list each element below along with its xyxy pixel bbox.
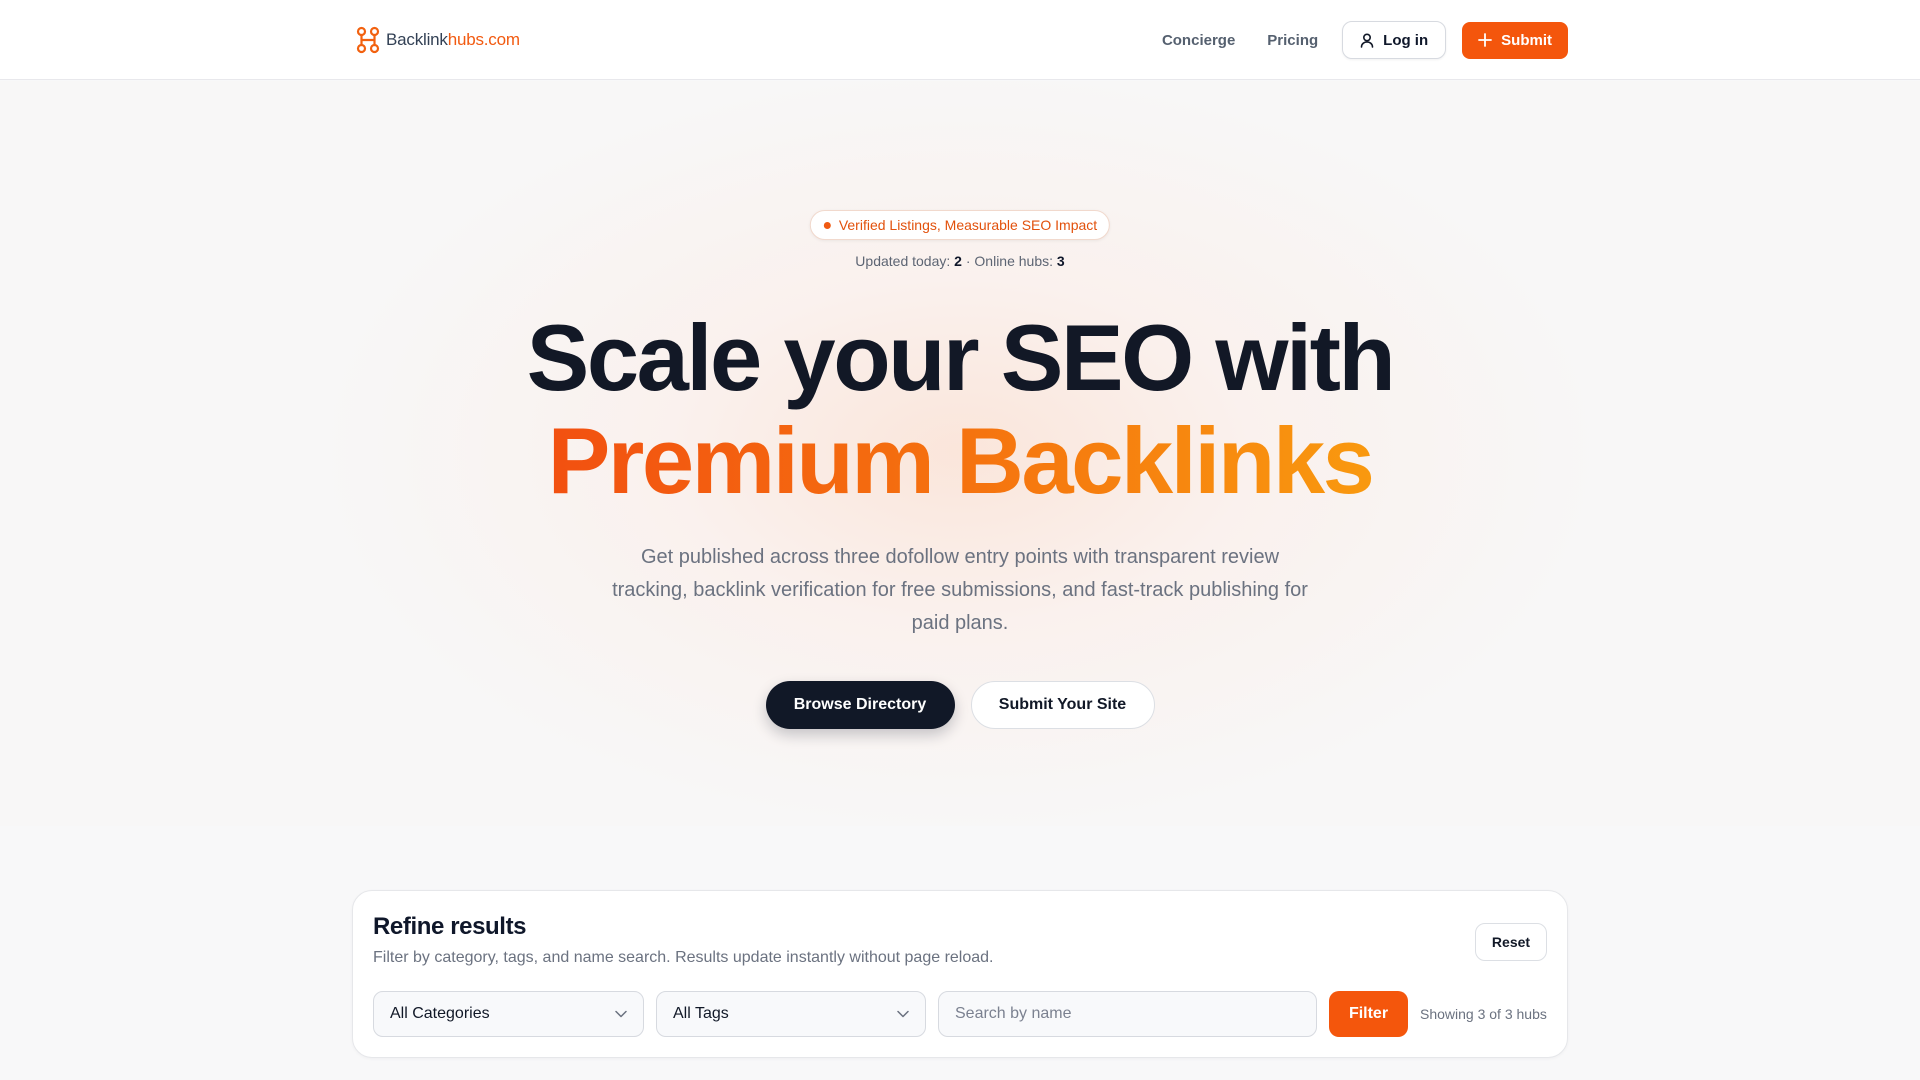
status-dot-icon	[823, 221, 831, 229]
hero-title-highlight: Premium Backlinks	[547, 408, 1375, 513]
site-logo[interactable]: Backlinkhubs.com	[356, 26, 520, 54]
link-mark-icon	[356, 26, 380, 54]
chevron-down-icon	[615, 1010, 627, 1018]
submit-your-site-button[interactable]: Submit Your Site	[970, 681, 1155, 729]
submit-button[interactable]: Submit	[1462, 21, 1568, 59]
stats-separator: ·	[965, 253, 971, 269]
login-button[interactable]: Log in	[1342, 21, 1447, 59]
category-select[interactable]: All Categories	[373, 991, 644, 1037]
logo-text-part1: Backlink	[386, 30, 448, 49]
tags-select-value: All Tags	[673, 1005, 729, 1022]
hero-section: Verified Listings, Measurable SEO Impact…	[0, 81, 1920, 826]
verified-badge: Verified Listings, Measurable SEO Impact	[809, 210, 1111, 240]
logo-text-part2: hubs.com	[447, 30, 520, 49]
hero-cta-group: Browse Directory Submit Your Site	[0, 681, 1920, 729]
category-select-value: All Categories	[390, 1005, 490, 1022]
online-hubs-count: 3	[1056, 253, 1065, 269]
plus-icon	[1478, 33, 1493, 47]
main-nav: Concierge Pricing Log in Submit	[1162, 21, 1568, 59]
tags-select[interactable]: All Tags	[656, 991, 926, 1037]
chevron-down-icon	[897, 1010, 909, 1018]
hero-title-line1: Scale your SEO with	[526, 305, 1396, 410]
nav-link-pricing[interactable]: Pricing	[1267, 32, 1318, 49]
login-button-label: Log in	[1383, 31, 1429, 49]
submit-button-label: Submit	[1501, 31, 1552, 49]
logo-text: Backlinkhubs.com	[386, 30, 520, 50]
refine-results-subtitle: Filter by category, tags, and name searc…	[373, 949, 994, 966]
search-by-name-input[interactable]	[938, 991, 1317, 1037]
filter-button[interactable]: Filter	[1329, 991, 1408, 1037]
updated-today-label: Updated today:	[855, 253, 951, 269]
verified-badge-text: Verified Listings, Measurable SEO Impact	[838, 217, 1098, 233]
nav-link-concierge[interactable]: Concierge	[1162, 32, 1235, 49]
results-count: Showing 3 of 3 hubs	[1420, 1006, 1547, 1022]
hero-description: Get published across three dofollow entr…	[612, 546, 1308, 634]
hero-title-line2: Premium Backlinks	[0, 406, 1920, 516]
refine-results-title: Refine results	[373, 913, 527, 940]
browse-directory-button[interactable]: Browse Directory	[765, 681, 955, 729]
online-hubs-label: Online hubs:	[974, 253, 1054, 269]
refine-results-card: Refine results Filter by category, tags,…	[352, 890, 1568, 1058]
user-icon	[1360, 32, 1374, 48]
filter-controls: All Categories All Tags Filter Showing 3…	[373, 991, 1547, 1037]
reset-button[interactable]: Reset	[1475, 923, 1547, 961]
hub-stats: Updated today: 2 · Online hubs: 3	[0, 253, 1920, 269]
top-navigation-bar: Backlinkhubs.com Concierge Pricing Log i…	[0, 0, 1920, 80]
updated-today-count: 2	[954, 253, 962, 269]
